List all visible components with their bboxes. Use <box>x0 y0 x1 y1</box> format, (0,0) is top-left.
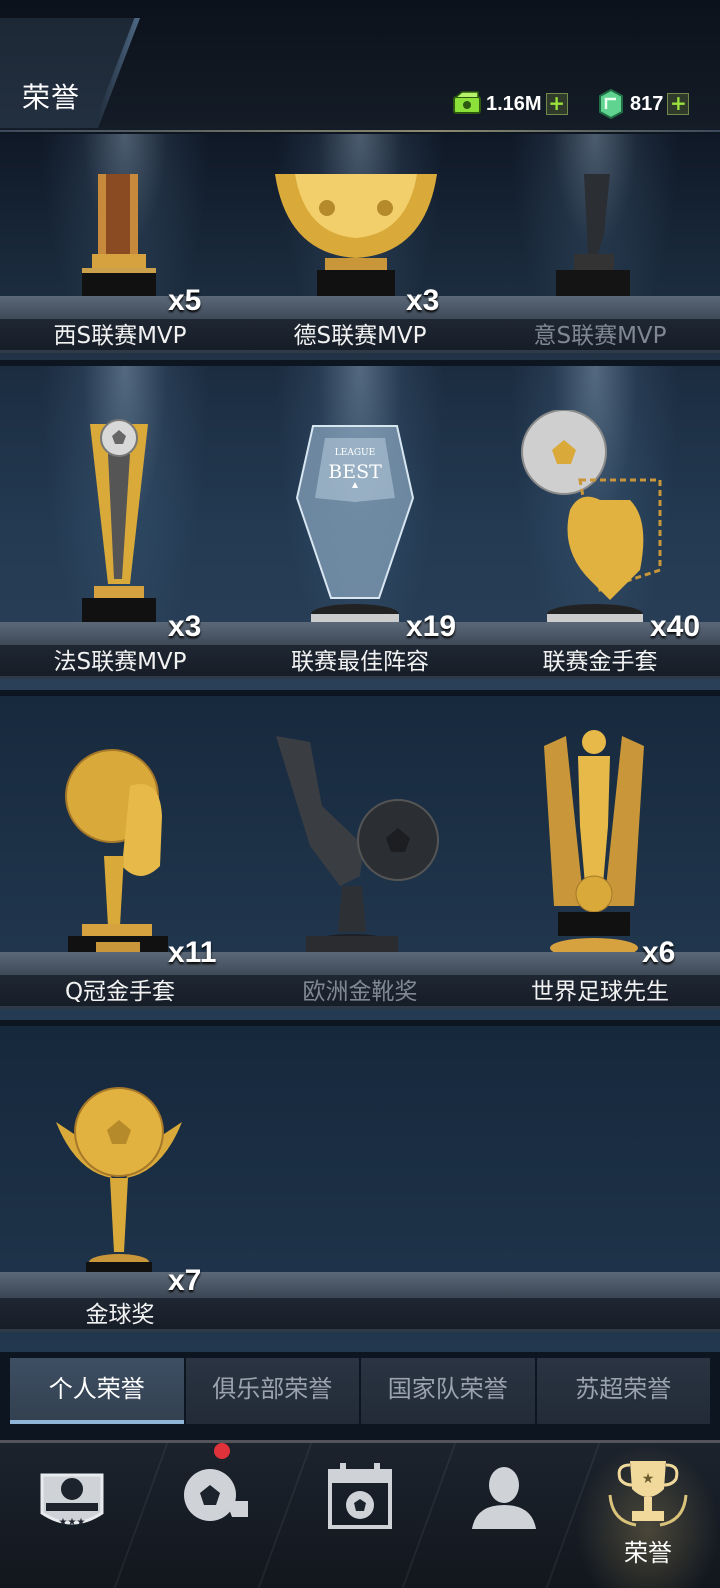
shelf-label-bar: 金球奖 <box>0 1298 720 1332</box>
trophy-icon <box>556 174 630 312</box>
trophy-count: x19 <box>406 610 457 643</box>
tab-su-super-honors[interactable]: 苏超荣誉 <box>536 1358 710 1424</box>
gem-balance: 817 + <box>596 88 690 120</box>
trophy-count: x6 <box>642 936 676 969</box>
nav-honors[interactable]: ★ 荣誉 <box>576 1443 720 1588</box>
ball-whistle-icon <box>184 1469 248 1521</box>
tab-personal-honors[interactable]: 个人荣誉 <box>10 1358 184 1424</box>
trophy-label: 西S联赛MVP <box>53 323 187 349</box>
club-crest-icon: ★★★ <box>40 1473 104 1528</box>
trophy-cl-golden-glove[interactable] <box>60 746 172 972</box>
gem-icon <box>596 89 626 119</box>
trophy-icon: LEAGUE BEST <box>295 425 415 642</box>
gem-value: 817 <box>630 92 664 115</box>
cash-icon <box>452 89 482 119</box>
trophy-golden-boot[interactable] <box>270 736 442 968</box>
trophy-count: x5 <box>168 284 202 317</box>
svg-text:★: ★ <box>642 1471 655 1487</box>
trophy-league-golden-glove[interactable] <box>520 409 670 644</box>
trophy-count: x3 <box>406 284 440 317</box>
add-gems-button[interactable]: + <box>667 93 690 115</box>
trophy-france-mvp[interactable] <box>80 414 158 642</box>
trophy-shelf-2: LEAGUE BEST x3 x19 x40 法S联赛MVP 联赛最佳阵容 联赛… <box>0 366 720 690</box>
trophy-shelf-3: x11 x6 Q冠金手套 欧洲金靴奖 世界足球先生 <box>0 696 720 1020</box>
notification-badge <box>214 1443 230 1459</box>
trophy-label: 意S联赛MVP <box>533 323 667 349</box>
cash-balance: 1.16M + <box>452 88 568 120</box>
trophy-count: x7 <box>168 1264 202 1297</box>
cash-value: 1.16M <box>486 92 542 115</box>
add-cash-button[interactable]: + <box>545 93 568 115</box>
trophy-icon <box>544 730 644 958</box>
trophy-world-player[interactable] <box>544 726 644 970</box>
page-title: 荣誉 <box>22 81 81 114</box>
trophy-label: 金球奖 <box>85 1302 155 1328</box>
bottom-navigation: ★★★ ★ 荣誉 <box>0 1440 720 1588</box>
trophy-label: 联赛金手套 <box>542 649 658 675</box>
calendar-icon <box>328 1463 392 1529</box>
top-bar: 荣誉 1.16M + 817 + <box>0 0 720 132</box>
trophy-count: x40 <box>650 610 701 643</box>
trophy-count: x3 <box>168 610 202 643</box>
trophy-label: 世界足球先生 <box>531 979 669 1005</box>
svg-text:★★★: ★★★ <box>59 1517 86 1528</box>
player-icon <box>472 1467 536 1529</box>
shelf-label-bar: 法S联赛MVP 联赛最佳阵容 联赛金手套 <box>0 645 720 679</box>
tab-national-team-honors[interactable]: 国家队荣誉 <box>361 1358 535 1424</box>
honor-tabs: 个人荣誉 俱乐部荣誉 国家队荣誉 苏超荣誉 <box>10 1358 710 1424</box>
tab-club-honors[interactable]: 俱乐部荣誉 <box>185 1358 359 1424</box>
trophy-league-best-xi[interactable]: LEAGUE BEST <box>295 418 415 648</box>
nav-honors-label: 荣誉 <box>624 1539 672 1567</box>
trophy-shelf-4: x7 金球奖 <box>0 1026 720 1352</box>
trophy-label: 联赛最佳阵容 <box>291 649 429 675</box>
engraving-main: BEST <box>328 461 382 483</box>
trophy-icon <box>82 419 156 638</box>
trophy-label: 德S联赛MVP <box>293 323 427 349</box>
trophy-label: 法S联赛MVP <box>53 649 187 675</box>
trophy-label: 欧洲金靴奖 <box>302 979 418 1005</box>
shelf-label-bar: Q冠金手套 欧洲金靴奖 世界足球先生 <box>0 975 720 1009</box>
trophy-icon: ★ <box>608 1461 688 1527</box>
trophy-italy-mvp[interactable] <box>554 174 632 316</box>
trophy-label: Q冠金手套 <box>64 979 176 1005</box>
engraving-top: LEAGUE <box>335 448 375 458</box>
shelf-label-bar: 西S联赛MVP 德S联赛MVP 意S联赛MVP <box>0 319 720 353</box>
trophy-spain-mvp[interactable] <box>80 174 158 316</box>
trophy-icon <box>276 736 439 958</box>
trophy-icon <box>82 174 156 312</box>
trophy-shelf-1: x5 x3 西S联赛MVP 德S联赛MVP 意S联赛MVP <box>0 134 720 360</box>
trophy-icon <box>521 409 662 638</box>
trophy-count: x11 <box>168 936 217 969</box>
trophy-icon <box>56 1087 182 1298</box>
trophy-icon <box>65 749 168 968</box>
